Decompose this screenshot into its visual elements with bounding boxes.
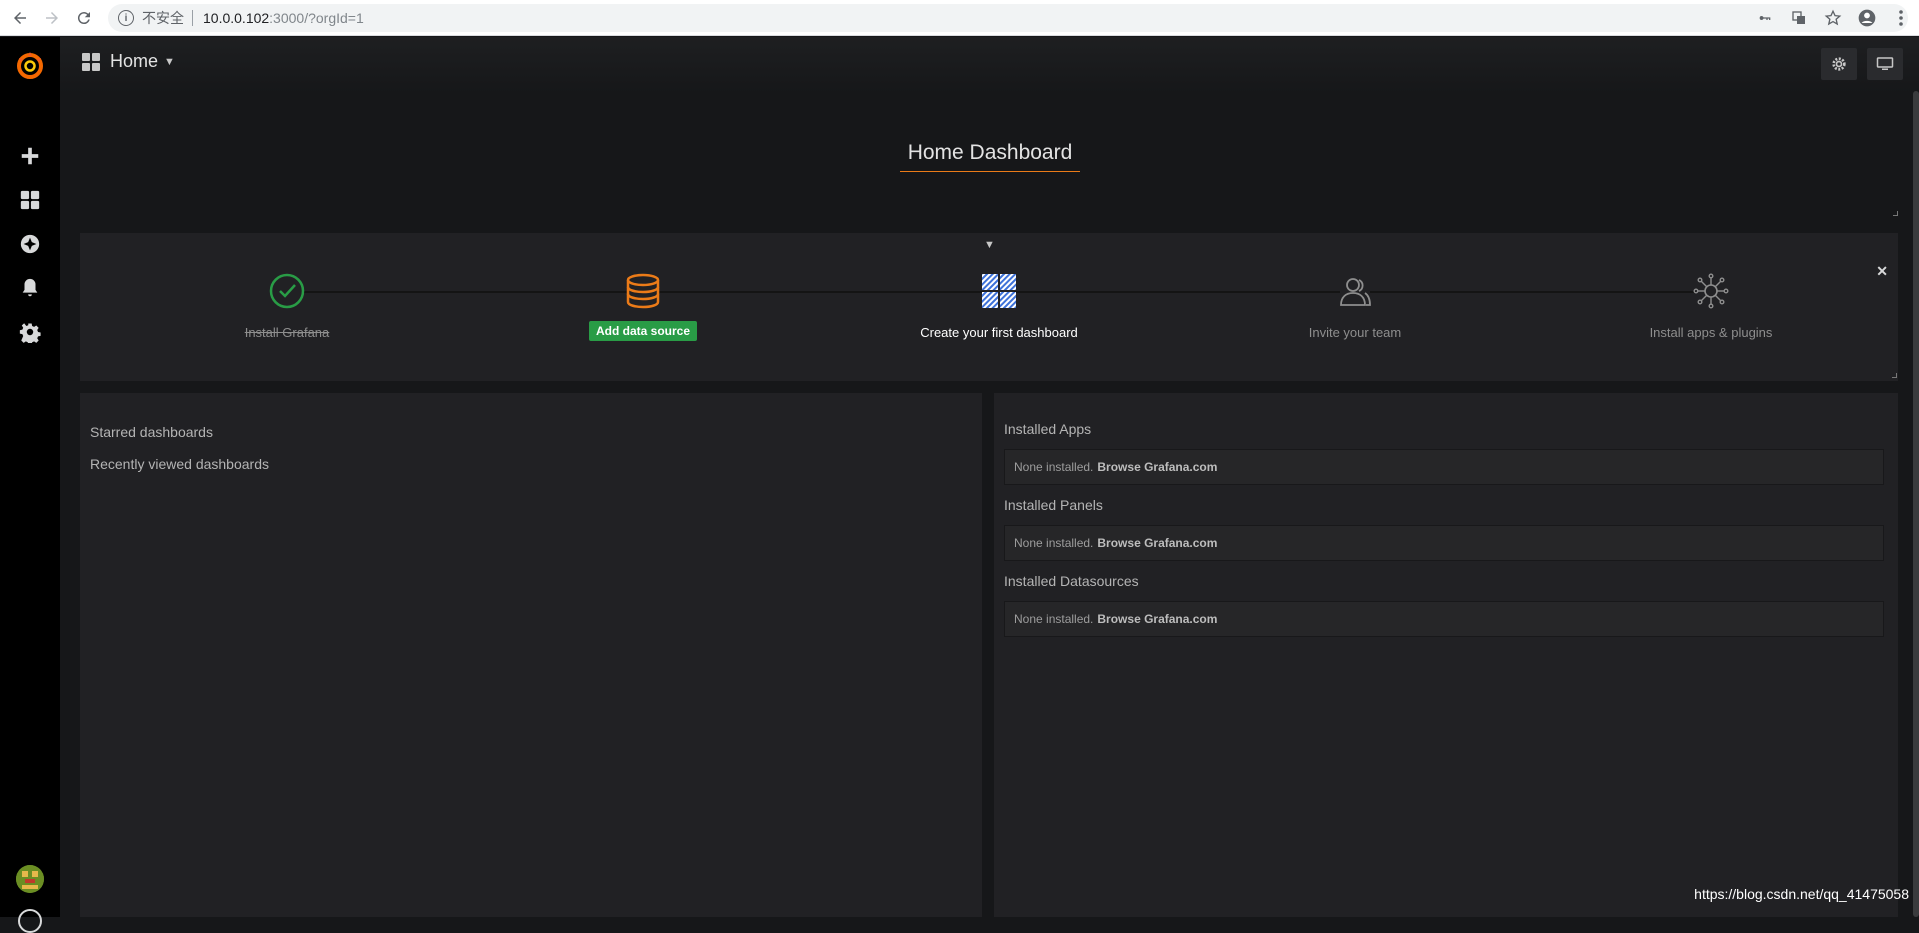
collapse-caret-icon[interactable]: ▼ <box>984 239 995 251</box>
navbar-actions <box>1821 48 1903 80</box>
starred-dashboards-heading: Starred dashboards <box>90 424 213 440</box>
check-circle-icon <box>269 273 305 309</box>
translate-icon[interactable] <box>1789 8 1809 28</box>
step-install-grafana: Install Grafana <box>177 273 397 340</box>
step-add-data-source: Add data source <box>533 273 753 341</box>
sidebar <box>0 37 60 933</box>
info-icon[interactable]: i <box>118 10 134 26</box>
step-invite-team: Invite your team <box>1245 273 1465 340</box>
tv-mode-button[interactable] <box>1867 48 1903 80</box>
dashboards-icon[interactable] <box>18 188 42 212</box>
reload-icon[interactable] <box>70 4 98 32</box>
empty-state-box: None installed. Browse Grafana.com <box>1004 449 1884 485</box>
step-label: Create your first dashboard <box>920 325 1078 340</box>
dashboard-tiles-icon <box>981 273 1017 309</box>
browser-toolbar: i 不安全 10.0.0.102 :3000/?orgId=1 <box>0 0 1919 36</box>
main-content: Home ▼ Home Dashboard ▼ ✕ Install Grafan… <box>60 37 1919 917</box>
dashboard-navbar: Home ▼ <box>60 37 1919 93</box>
browse-grafana-link[interactable]: Browse Grafana.com <box>1097 536 1217 550</box>
dashboard-grid-icon <box>82 52 100 71</box>
step-install-plugins: Install apps & plugins <box>1601 273 1821 340</box>
help-icon[interactable] <box>18 909 42 933</box>
browse-grafana-link[interactable]: Browse Grafana.com <box>1097 612 1217 626</box>
avatar[interactable] <box>16 865 44 893</box>
panel-resize-handle[interactable] <box>1893 211 1898 216</box>
watermark-text: https://blog.csdn.net/qq_41475058 <box>1694 886 1909 902</box>
account-icon[interactable] <box>1857 8 1877 28</box>
key-icon[interactable] <box>1755 8 1775 28</box>
dashboard-list-panel: Starred dashboards Recently viewed dashb… <box>80 393 982 917</box>
empty-state-box: None installed. Browse Grafana.com <box>1004 525 1884 561</box>
add-data-source-button[interactable]: Add data source <box>588 321 698 341</box>
step-create-dashboard[interactable]: Create your first dashboard <box>889 273 1109 340</box>
configuration-gear-icon[interactable] <box>18 320 42 344</box>
database-icon <box>625 273 661 309</box>
alerting-bell-icon[interactable] <box>18 276 42 300</box>
gear-icon <box>1832 57 1846 71</box>
more-menu-icon[interactable] <box>1891 8 1911 28</box>
step-label: Install apps & plugins <box>1649 325 1773 340</box>
section-title: Installed Datasources <box>1004 573 1139 589</box>
installed-panels-section: Installed Panels None installed. Browse … <box>1004 497 1884 561</box>
scrollbar[interactable] <box>1913 91 1919 917</box>
empty-state-box: None installed. Browse Grafana.com <box>1004 601 1884 637</box>
panel-resize-handle[interactable] <box>1892 373 1897 378</box>
section-title: Installed Panels <box>1004 497 1103 513</box>
none-installed-text: None installed. <box>1014 460 1094 474</box>
installed-apps-section: Installed Apps None installed. Browse Gr… <box>1004 421 1884 485</box>
plugin-list-panel: Installed Apps None installed. Browse Gr… <box>994 393 1898 917</box>
url-host: 10.0.0.102 <box>203 10 270 26</box>
step-label: Invite your team <box>1308 325 1402 340</box>
create-plus-icon[interactable] <box>18 144 42 168</box>
installed-datasources-section: Installed Datasources None installed. Br… <box>1004 573 1884 637</box>
forward-icon[interactable] <box>38 4 66 32</box>
dashboard-settings-button[interactable] <box>1821 48 1857 80</box>
title-underline <box>900 171 1080 172</box>
recent-dashboards-heading: Recently viewed dashboards <box>90 456 269 472</box>
none-installed-text: None installed. <box>1014 612 1094 626</box>
browse-grafana-link[interactable]: Browse Grafana.com <box>1097 460 1217 474</box>
security-label: 不安全 <box>142 10 184 26</box>
step-label: Install Grafana <box>244 325 330 340</box>
url-path: :3000/?orgId=1 <box>269 10 364 26</box>
star-icon[interactable] <box>1823 8 1843 28</box>
navbar-title: Home <box>110 51 159 71</box>
plugins-icon <box>1693 273 1729 309</box>
back-icon[interactable] <box>6 4 34 32</box>
getting-started-panel: ▼ ✕ Install Grafana Add data source Crea… <box>80 233 1898 381</box>
grafana-logo-icon[interactable] <box>14 49 46 81</box>
users-icon <box>1337 273 1373 309</box>
caret-down-icon: ▼ <box>164 55 175 68</box>
divider <box>192 10 193 26</box>
monitor-icon <box>1876 57 1894 70</box>
none-installed-text: None installed. <box>1014 536 1094 550</box>
section-title: Installed Apps <box>1004 421 1092 437</box>
explore-compass-icon[interactable] <box>18 232 42 256</box>
browser-actions <box>1755 4 1911 32</box>
close-icon[interactable]: ✕ <box>1876 263 1888 280</box>
dashboard-picker[interactable]: Home ▼ <box>82 51 175 72</box>
page-title: Home Dashboard <box>907 141 1073 164</box>
address-bar[interactable]: i 不安全 10.0.0.102 :3000/?orgId=1 <box>108 4 1908 32</box>
